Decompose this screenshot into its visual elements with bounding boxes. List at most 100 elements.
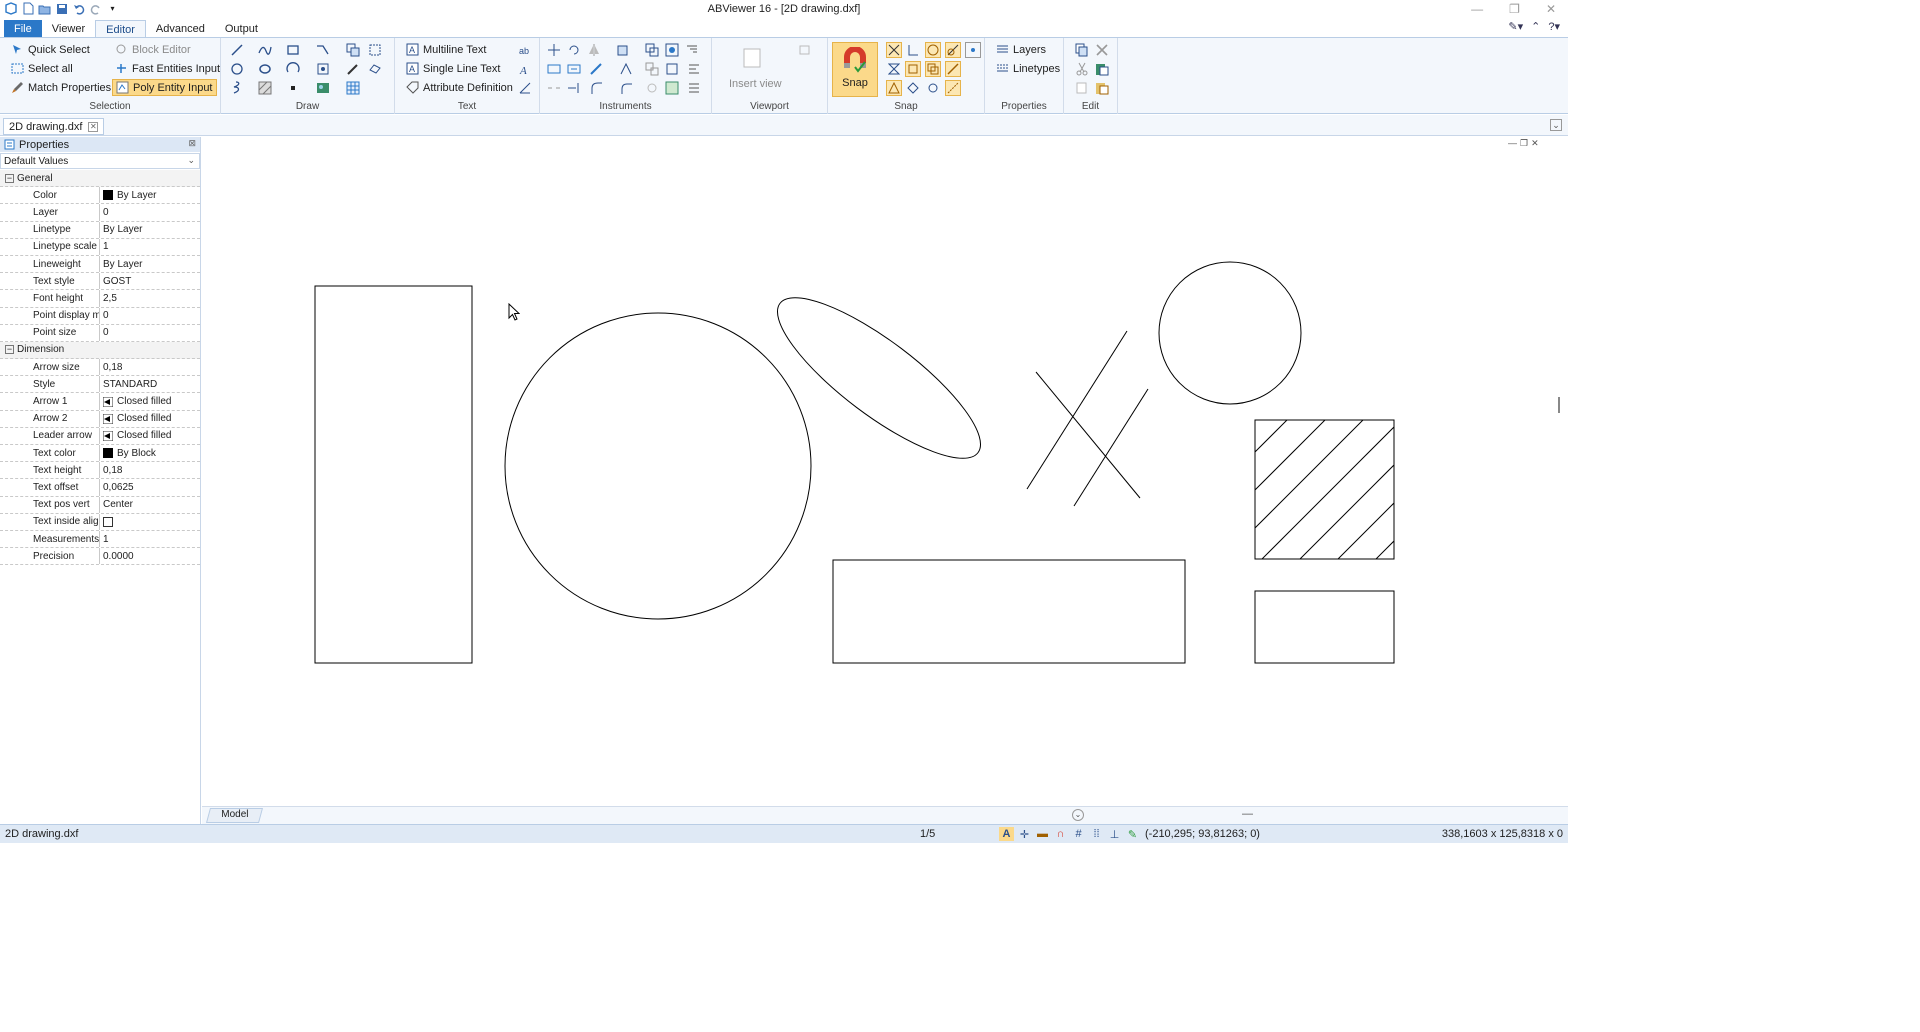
perpendicular-toggle-icon[interactable]: ⊥ xyxy=(1107,827,1122,841)
property-row[interactable]: Arrow 1 Closed filled xyxy=(0,393,200,411)
tab-viewer[interactable]: Viewer xyxy=(42,20,95,38)
arc-tool-icon[interactable] xyxy=(285,61,301,77)
copy-with-base-icon[interactable] xyxy=(1074,80,1090,96)
block-insert-icon[interactable] xyxy=(345,42,361,58)
mirror-icon[interactable] xyxy=(586,42,602,58)
align-icon[interactable] xyxy=(686,61,702,77)
match-properties-button[interactable]: Match Properties xyxy=(8,79,114,96)
large-circle[interactable] xyxy=(504,312,812,620)
drawing-minimize-icon[interactable]: — xyxy=(1508,138,1517,149)
single-line-text-button[interactable]: A Single Line Text xyxy=(403,60,503,77)
small-circle[interactable] xyxy=(1158,261,1302,405)
collapse-icon[interactable]: − xyxy=(5,173,14,183)
property-row[interactable]: Style STANDARD xyxy=(0,376,200,394)
insert-view-button[interactable]: Insert view xyxy=(726,75,785,92)
snap-center-icon[interactable] xyxy=(925,42,941,58)
grid-toggle-icon[interactable]: # xyxy=(1071,827,1086,841)
cut-icon[interactable] xyxy=(1074,61,1090,77)
snap-intersection-icon[interactable] xyxy=(886,42,902,58)
stretch-icon[interactable] xyxy=(684,42,700,58)
join-icon[interactable] xyxy=(644,61,660,77)
restore-icon[interactable]: ❐ xyxy=(1509,2,1520,16)
snap-extension-icon[interactable] xyxy=(945,80,961,96)
snap-status-icon[interactable]: ∩ xyxy=(1053,827,1068,841)
text-style-icon[interactable]: A xyxy=(517,61,533,77)
property-row[interactable]: Point size 0 xyxy=(0,324,200,342)
extend-icon[interactable] xyxy=(566,61,582,77)
lineweight-toggle-icon[interactable]: ▬ xyxy=(1035,827,1050,841)
region-icon[interactable] xyxy=(367,42,383,58)
text-toggle-icon[interactable]: A xyxy=(999,827,1014,841)
property-row[interactable]: Arrow size 0,18 xyxy=(0,359,200,377)
property-row[interactable]: Layer 0 xyxy=(0,204,200,222)
rectangle-tool-icon[interactable] xyxy=(285,42,301,58)
attribute-definition-button[interactable]: Attribute Definition xyxy=(403,79,516,96)
property-row[interactable]: Lineweight By Layer xyxy=(0,255,200,274)
tab-model[interactable]: Model xyxy=(205,808,264,823)
tab-list-dropdown-icon[interactable]: ⌄ xyxy=(1550,119,1562,131)
ellipse[interactable] xyxy=(758,274,1001,482)
property-row[interactable]: Text offset 0,0625 xyxy=(0,479,200,497)
poly-entity-input-button[interactable]: Poly Entity Input xyxy=(112,79,217,96)
chamfer-icon[interactable] xyxy=(566,80,582,96)
cloud-icon[interactable] xyxy=(367,61,383,77)
category-general[interactable]: − General xyxy=(0,170,200,188)
property-row[interactable]: Font height 2,5 xyxy=(0,290,200,308)
property-row[interactable]: Color By Layer xyxy=(0,187,200,205)
copy-icon[interactable] xyxy=(1074,42,1090,58)
property-row[interactable]: Text pos vert Center xyxy=(0,496,200,514)
property-row[interactable]: Point display mod0 xyxy=(0,307,200,325)
splitter-handle-icon[interactable]: — xyxy=(1242,808,1253,820)
hatched-square[interactable] xyxy=(1254,419,1515,680)
properties-object-selector[interactable]: Default Values ⌄ xyxy=(0,153,200,169)
array-icon[interactable] xyxy=(616,42,632,58)
linetypes-button[interactable]: Linetypes xyxy=(993,60,1063,77)
move-icon[interactable] xyxy=(546,42,562,58)
list-tools-icon[interactable] xyxy=(686,80,702,96)
pen-icon[interactable] xyxy=(345,61,361,77)
copy-objects-icon[interactable] xyxy=(644,42,660,58)
layers-button[interactable]: Layers xyxy=(993,41,1049,58)
circle-tool-icon[interactable] xyxy=(229,61,245,77)
delete-icon[interactable] xyxy=(1094,42,1110,58)
small-rectangle[interactable] xyxy=(1254,590,1395,664)
property-row[interactable]: Text height 0,18 xyxy=(0,462,200,480)
snap-diamond-icon[interactable] xyxy=(905,80,921,96)
property-row[interactable]: Text color By Block xyxy=(0,445,200,463)
snap-toggle-button[interactable]: Snap xyxy=(832,42,878,97)
text-inside-align-checkbox[interactable] xyxy=(103,516,113,527)
multiline-text-button[interactable]: A Multiline Text xyxy=(403,41,489,58)
viewport-options-icon[interactable] xyxy=(798,42,814,58)
block-editor-button[interactable]: Block Editor xyxy=(112,41,194,58)
paste-icon[interactable] xyxy=(1094,61,1110,77)
tall-rectangle[interactable] xyxy=(314,285,473,664)
point-tool-icon[interactable] xyxy=(315,61,331,77)
explode-icon[interactable] xyxy=(588,61,604,77)
scroll-thumb[interactable] xyxy=(1558,397,1560,413)
insert-view-icon[interactable] xyxy=(740,46,764,70)
help-icon[interactable]: ?▾ xyxy=(1548,20,1560,33)
offset-icon[interactable] xyxy=(618,61,634,77)
image-insert-icon[interactable] xyxy=(315,80,331,96)
crossing-line-2[interactable] xyxy=(1035,371,1141,499)
drawing-canvas[interactable] xyxy=(202,137,1555,807)
tab-editor[interactable]: Editor xyxy=(95,20,146,38)
ortho-toggle-icon[interactable]: ✛ xyxy=(1017,827,1032,841)
collapse-icon[interactable]: − xyxy=(5,345,14,355)
ellipse-tool-icon[interactable] xyxy=(257,61,273,77)
snap-quadrant-icon[interactable] xyxy=(925,61,941,77)
snap-triangle-icon[interactable] xyxy=(886,80,902,96)
break-icon[interactable] xyxy=(664,61,680,77)
crossing-line-1[interactable] xyxy=(1026,330,1128,490)
drawing-close-icon[interactable]: ✕ xyxy=(1531,138,1539,149)
property-row[interactable]: Leader arrow Closed filled xyxy=(0,427,200,445)
snap-perpendicular-icon[interactable] xyxy=(905,42,921,58)
property-row[interactable]: Linetype By Layer xyxy=(0,221,200,239)
hatch-tool-icon[interactable] xyxy=(257,80,273,96)
tab-output[interactable]: Output xyxy=(215,20,268,38)
measure-icon[interactable] xyxy=(644,80,660,96)
category-dimension[interactable]: − Dimension xyxy=(0,341,200,360)
layer-tools-icon[interactable] xyxy=(664,80,680,96)
table-tool-icon[interactable] xyxy=(345,80,361,96)
line-icon[interactable] xyxy=(229,42,245,58)
